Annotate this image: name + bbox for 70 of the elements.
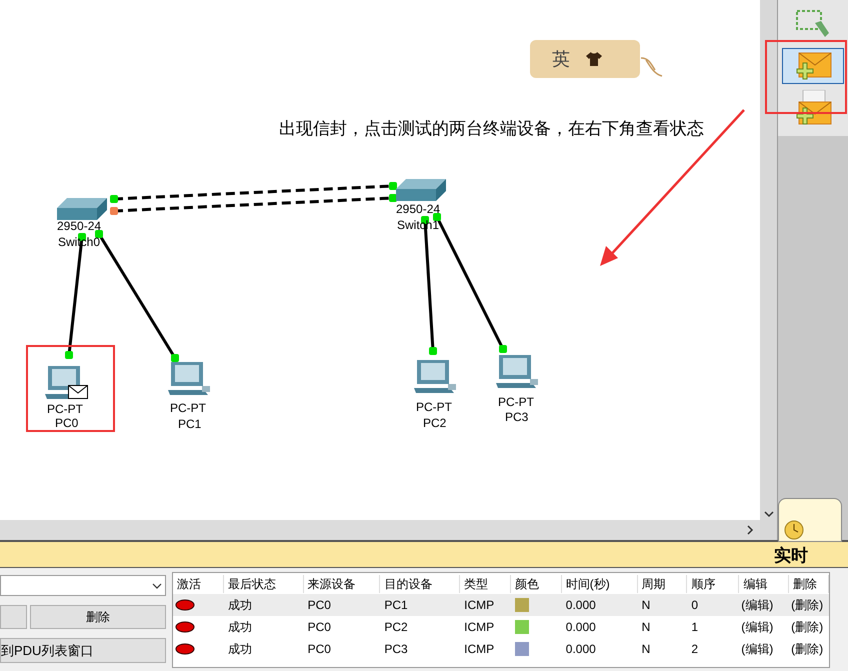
table-cell-text: N (640, 619, 652, 636)
column-header: 颜色 (510, 574, 562, 592)
column-header: 目的设备 (380, 574, 460, 592)
table-cell-text: PC1 (383, 597, 409, 614)
switch-icon[interactable] (57, 196, 107, 222)
column-header: 最后状态 (224, 574, 304, 592)
device-name: PC0 (55, 416, 78, 430)
column-header: 顺序 (687, 574, 740, 592)
chevron-down-icon (152, 582, 162, 590)
table-cell-text: PC2 (383, 619, 409, 636)
table-cell-text: PC0 (306, 641, 332, 658)
delete-button[interactable]: 删除 (30, 605, 166, 629)
active-indicator-icon[interactable] (175, 599, 195, 611)
delete-link[interactable]: (删除) (789, 640, 829, 658)
device-model: PC-PT (498, 395, 534, 409)
column-header: 来源设备 (304, 574, 380, 592)
chevron-down-icon[interactable] (764, 510, 774, 518)
device-name: PC2 (423, 416, 446, 430)
shirt-icon (586, 52, 602, 66)
table-cell-text: 0.000 (564, 641, 597, 658)
mode-label: 实时 (774, 545, 808, 567)
scenario-dropdown[interactable] (0, 575, 166, 596)
table-cell-text: 1 (690, 619, 700, 636)
column-header: 时间(秒) (562, 574, 638, 592)
delete-link[interactable]: (删除) (789, 596, 829, 614)
switch-icon[interactable] (396, 177, 446, 203)
tool-button[interactable] (782, 48, 844, 84)
edit-link[interactable]: (编辑) (739, 596, 790, 614)
device-model: 2950-24 (396, 202, 440, 216)
column-header: 编辑 (739, 574, 790, 592)
select-tool-icon (795, 9, 831, 39)
clock-icon (783, 519, 805, 541)
table-cell-text: 0.000 (564, 619, 597, 636)
column-header: 类型 (460, 574, 511, 592)
table-cell-text: ICMP (463, 619, 496, 636)
table-cell-text: 成功 (226, 641, 253, 658)
device-model: PC-PT (47, 402, 83, 416)
table-cell-text: 0.000 (564, 597, 597, 614)
active-indicator-icon[interactable] (175, 621, 195, 633)
active-indicator-icon[interactable] (175, 643, 195, 655)
table-cell-text: 成功 (226, 619, 253, 636)
device-model: 2950-24 (57, 219, 102, 233)
mode-tab[interactable] (778, 498, 842, 542)
table-cell-text: PC0 (306, 597, 332, 614)
table-cell-text: ICMP (463, 597, 496, 614)
device-model: PC-PT (170, 401, 206, 415)
annotation-text: 出现信封，点击测试的两台终端设备，在右下角查看状态 (279, 118, 704, 140)
table-cell-text: 2 (690, 641, 700, 658)
table-cell-text: N (640, 641, 652, 658)
vertical-scrollbar[interactable] (760, 0, 778, 540)
column-header: 删除 (789, 574, 829, 592)
device-name: PC1 (178, 417, 202, 431)
chevron-right-icon[interactable] (746, 525, 754, 535)
table-row[interactable]: 成功 PC0 PC1 ICMP 0.000 N 0 (编辑) (删除) (173, 594, 829, 616)
device-model: PC-PT (416, 400, 452, 414)
toggle-pdu-list-button[interactable]: 到PDU列表窗口 (0, 638, 166, 663)
table-cell-text: 成功 (226, 597, 253, 614)
table-cell-text: PC3 (383, 641, 409, 658)
table-cell-text: ICMP (463, 641, 496, 658)
delete-link[interactable]: (删除) (789, 618, 829, 636)
column-header: 激活 (173, 574, 224, 592)
edit-link[interactable]: (编辑) (739, 640, 790, 658)
table-cell-text: N (640, 597, 652, 614)
table-cell-text: 0 (690, 597, 700, 614)
table-cell-text: PC0 (306, 619, 332, 636)
horizontal-scrollbar[interactable] (0, 520, 760, 540)
device-name: PC3 (505, 410, 528, 424)
input-method-tag[interactable]: 英 (530, 40, 640, 78)
edit-link[interactable]: (编辑) (739, 618, 790, 636)
column-header: 周期 (638, 574, 688, 592)
